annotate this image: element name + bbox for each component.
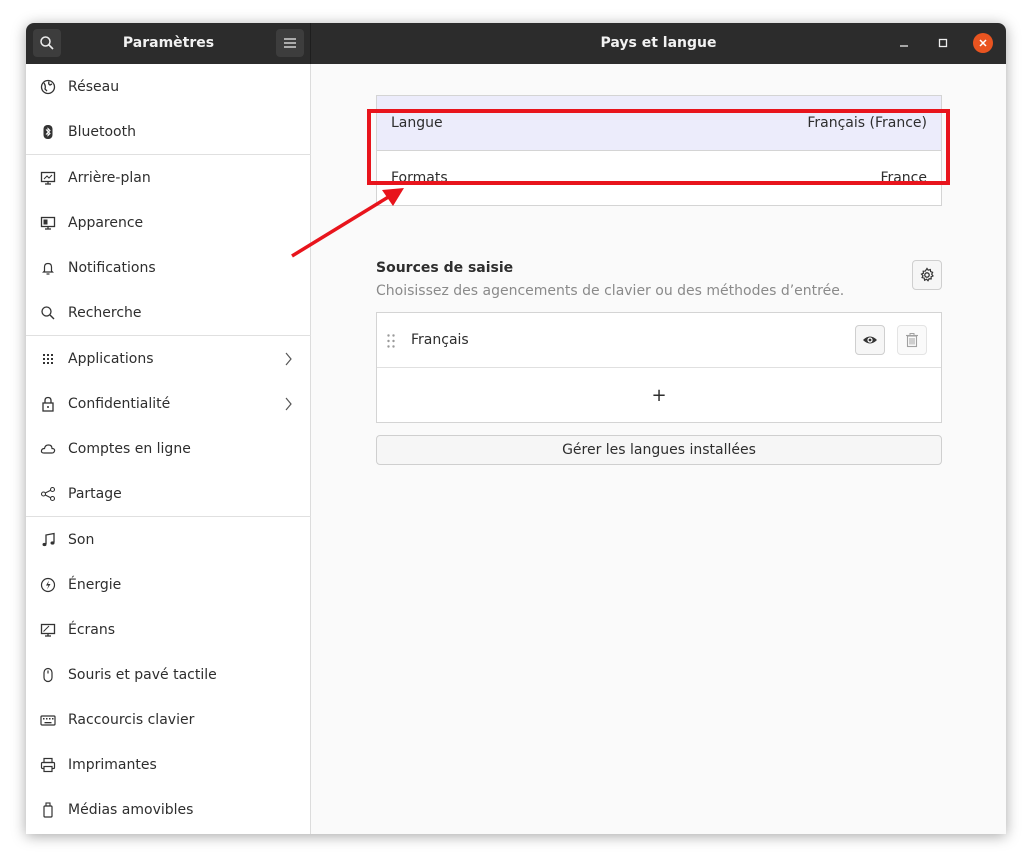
sidebar-item-imprimantes[interactable]: Imprimantes bbox=[26, 742, 311, 787]
input-sources-title: Sources de saisie bbox=[376, 260, 514, 276]
sidebar-item-raccourcis[interactable]: Raccourcis clavier bbox=[26, 697, 311, 742]
search-icon bbox=[39, 304, 57, 322]
apps-grid-icon bbox=[39, 350, 57, 368]
preview-layout-button[interactable] bbox=[855, 325, 885, 355]
sidebar-item-confidentialite[interactable]: Confidentialité bbox=[26, 381, 311, 426]
settings-window: Paramètres Pays et langue Réseau Bluetoo… bbox=[26, 23, 1006, 834]
sidebar-item-notifications[interactable]: Notifications bbox=[26, 245, 311, 290]
input-sources-card: Français + bbox=[376, 312, 942, 423]
cloud-icon bbox=[39, 440, 57, 458]
maximize-icon bbox=[938, 38, 948, 48]
network-icon bbox=[39, 78, 57, 96]
close-button[interactable] bbox=[973, 33, 993, 53]
main-content: Langue Français (France) Formats France … bbox=[291, 64, 1006, 834]
sidebar-item-reseau[interactable]: Réseau bbox=[26, 64, 311, 109]
hamburger-icon bbox=[284, 38, 296, 48]
background-icon bbox=[39, 169, 57, 187]
menu-button[interactable] bbox=[276, 29, 304, 57]
sidebar-item-son[interactable]: Son bbox=[26, 517, 311, 562]
input-source-row[interactable]: Français bbox=[377, 313, 941, 368]
sidebar-item-recherche[interactable]: Recherche bbox=[26, 290, 311, 335]
sidebar-item-bluetooth[interactable]: Bluetooth bbox=[26, 109, 311, 154]
eye-icon bbox=[863, 336, 877, 344]
input-source-label: Français bbox=[411, 332, 469, 348]
sidebar-item-label: Arrière-plan bbox=[68, 169, 151, 186]
sidebar-item-apparence[interactable]: Apparence bbox=[26, 200, 311, 245]
bluetooth-icon bbox=[39, 123, 57, 141]
add-input-source-row[interactable]: + bbox=[377, 368, 941, 423]
sidebar-item-label: Applications bbox=[68, 350, 154, 367]
manage-languages-button[interactable]: Gérer les langues installées bbox=[376, 435, 942, 465]
drag-handle-icon[interactable] bbox=[386, 333, 396, 349]
sidebar-item-label: Partage bbox=[68, 485, 122, 502]
maximize-button[interactable] bbox=[933, 33, 953, 53]
keyboard-icon bbox=[39, 711, 57, 729]
sidebar-item-partage[interactable]: Partage bbox=[26, 471, 311, 516]
search-button[interactable] bbox=[33, 29, 61, 57]
display-icon bbox=[39, 621, 57, 639]
sidebar-item-label: Médias amovibles bbox=[68, 801, 194, 818]
sidebar-header: Paramètres bbox=[26, 23, 311, 64]
music-note-icon bbox=[39, 531, 57, 549]
minimize-icon bbox=[900, 45, 908, 47]
sidebar-item-souris[interactable]: Souris et pavé tactile bbox=[26, 652, 311, 697]
appearance-icon bbox=[39, 214, 57, 232]
sidebar-item-arriere-plan[interactable]: Arrière-plan bbox=[26, 155, 311, 200]
trash-icon bbox=[906, 333, 918, 348]
input-sources-subtitle: Choisissez des agencements de clavier ou… bbox=[376, 283, 845, 299]
lock-icon bbox=[39, 395, 57, 413]
input-sources-settings-button[interactable] bbox=[912, 260, 942, 290]
sidebar-item-label: Bluetooth bbox=[68, 123, 136, 140]
gear-icon bbox=[920, 267, 934, 282]
sidebar-title: Paramètres bbox=[122, 35, 215, 51]
annotation-arrow bbox=[291, 188, 404, 258]
minimize-button[interactable] bbox=[894, 33, 914, 53]
power-icon bbox=[39, 576, 57, 594]
sidebar-item-energie[interactable]: Énergie bbox=[26, 562, 311, 607]
bell-icon bbox=[39, 259, 57, 277]
sidebar: Réseau Bluetooth Arrière-plan Apparence … bbox=[26, 64, 311, 834]
sidebar-item-label: Confidentialité bbox=[68, 395, 171, 412]
search-icon bbox=[40, 36, 54, 50]
sidebar-item-label: Souris et pavé tactile bbox=[68, 666, 217, 683]
title-bar: Paramètres Pays et langue bbox=[26, 23, 1006, 64]
sidebar-item-label: Notifications bbox=[68, 259, 156, 276]
mouse-icon bbox=[39, 666, 57, 684]
sidebar-item-label: Réseau bbox=[68, 78, 120, 95]
close-icon bbox=[979, 39, 987, 47]
remove-source-button[interactable] bbox=[897, 325, 927, 355]
share-icon bbox=[39, 485, 57, 503]
sidebar-item-label: Écrans bbox=[68, 621, 116, 638]
sidebar-item-label: Raccourcis clavier bbox=[68, 711, 195, 728]
sidebar-item-label: Son bbox=[68, 531, 95, 548]
sidebar-item-label: Imprimantes bbox=[68, 756, 157, 773]
sidebar-item-applications[interactable]: Applications bbox=[26, 336, 311, 381]
sidebar-item-label: Recherche bbox=[68, 304, 142, 321]
sidebar-item-label: Apparence bbox=[68, 214, 144, 231]
highlight-box bbox=[367, 109, 950, 185]
printer-icon bbox=[39, 756, 57, 774]
sidebar-item-comptes-en-ligne[interactable]: Comptes en ligne bbox=[26, 426, 311, 471]
chevron-right-icon bbox=[285, 352, 292, 365]
sidebar-item-label: Énergie bbox=[68, 576, 122, 593]
chevron-right-icon bbox=[285, 397, 292, 410]
sidebar-item-ecrans[interactable]: Écrans bbox=[26, 607, 311, 652]
add-icon: + bbox=[651, 385, 667, 406]
usb-drive-icon bbox=[39, 801, 57, 819]
sidebar-item-label: Comptes en ligne bbox=[68, 440, 191, 457]
sidebar-item-medias-amovibles[interactable]: Médias amovibles bbox=[26, 787, 311, 832]
